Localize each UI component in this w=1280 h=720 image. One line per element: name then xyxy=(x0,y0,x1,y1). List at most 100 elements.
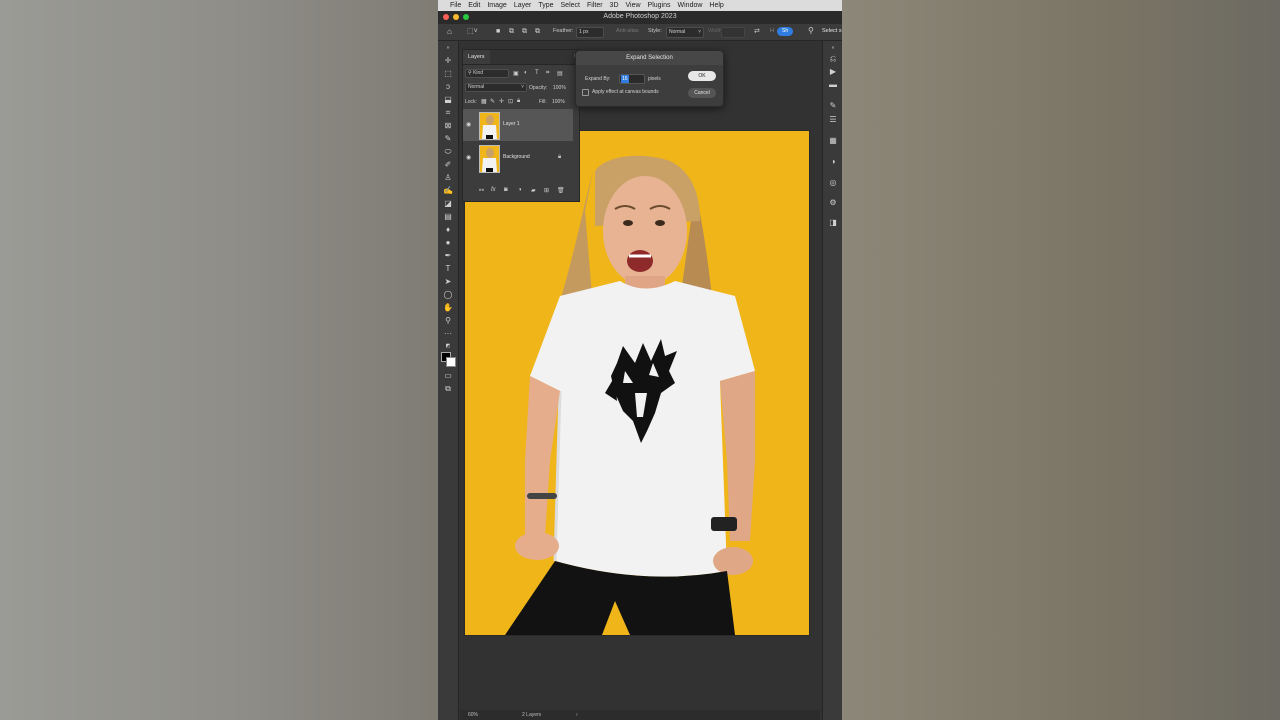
filter-kind-select[interactable]: ⚲ Kind xyxy=(465,69,509,78)
search-icon[interactable]: ⚲ xyxy=(808,27,814,35)
layers-panel-footer: ⚯ fx ◙ ◑ ▰ ⊞ 🗑︎ xyxy=(463,187,579,197)
menu-plugins[interactable]: Plugins xyxy=(648,2,671,9)
menu-view[interactable]: View xyxy=(626,2,641,9)
lock-transparent-icon[interactable]: ▦ xyxy=(481,98,487,105)
lock-position-icon[interactable]: ✛ xyxy=(499,98,504,105)
layer-name[interactable]: Background xyxy=(503,154,530,160)
menu-select[interactable]: Select xyxy=(561,2,580,9)
marquee-preset-icon[interactable]: ⬚˅ xyxy=(467,28,478,36)
more-tools-icon[interactable]: ··· xyxy=(443,329,453,339)
ok-button[interactable]: OK xyxy=(688,71,716,81)
dodge-tool-icon[interactable]: ● xyxy=(443,238,453,248)
subtract-selection-icon[interactable]: ⧉ xyxy=(522,28,527,36)
link-layers-icon[interactable]: ⚯ xyxy=(479,187,484,194)
path-selection-tool-icon[interactable]: ➤ xyxy=(443,277,453,287)
add-mask-icon[interactable]: ◙ xyxy=(504,187,508,193)
new-selection-icon[interactable]: ■ xyxy=(496,28,500,36)
style-select[interactable]: Normal ˅ xyxy=(666,27,704,38)
menu-file[interactable]: File xyxy=(450,2,461,9)
actions-play-icon[interactable]: ▶ xyxy=(828,67,838,77)
swap-icon[interactable]: ⇄ xyxy=(754,28,760,36)
blend-mode-select[interactable]: Normal ˅ xyxy=(465,83,527,92)
eraser-tool-icon[interactable]: ◪ xyxy=(443,199,453,209)
crop-tool-icon[interactable]: ⌗ xyxy=(443,108,453,118)
hand-tool-icon[interactable]: ✋ xyxy=(443,303,453,313)
adjust-sliders-icon[interactable]: ☰ xyxy=(828,115,838,125)
gradient-tool-icon[interactable]: ▤ xyxy=(443,212,453,222)
layer-row-layer-1[interactable]: ◉ Layer 1 xyxy=(463,109,573,141)
zoom-tool-icon[interactable]: ⚲ xyxy=(443,316,453,326)
menu-help[interactable]: Help xyxy=(709,2,723,9)
collapse-icon[interactable]: » xyxy=(443,43,453,53)
visibility-eye-icon[interactable]: ◉ xyxy=(466,121,471,128)
new-group-icon[interactable]: ▰ xyxy=(531,187,536,194)
adjustment-layer-icon[interactable]: ◑ xyxy=(518,187,522,193)
fill-value[interactable]: 100% xyxy=(552,99,565,105)
comments-icon[interactable]: ▬ xyxy=(828,80,838,90)
eyedropper-tool-icon[interactable]: ✎ xyxy=(443,134,453,144)
menu-type[interactable]: Type xyxy=(538,2,553,9)
lasso-tool-icon[interactable]: ↄ xyxy=(443,82,453,92)
channels-icon[interactable]: ◎ xyxy=(828,178,838,188)
filter-type-icon[interactable]: T xyxy=(535,70,539,76)
move-tool-icon[interactable]: ✛ xyxy=(443,56,453,66)
visibility-eye-icon[interactable]: ◉ xyxy=(466,154,471,161)
cancel-button[interactable]: Cancel xyxy=(688,88,716,98)
blur-tool-icon[interactable]: ♦ xyxy=(443,225,453,235)
object-selection-tool-icon[interactable]: ⬓ xyxy=(443,95,453,105)
adjustments-icon[interactable]: ◑ xyxy=(828,157,838,167)
home-icon[interactable]: ⌂ xyxy=(447,28,452,36)
screen-mode-icon[interactable]: ⧉ xyxy=(443,384,453,394)
type-tool-icon[interactable]: T xyxy=(443,264,453,274)
zoom-level[interactable]: 60% xyxy=(468,710,478,720)
background-color-swatch[interactable] xyxy=(446,357,456,367)
document-image[interactable] xyxy=(465,131,809,635)
menu-3d[interactable]: 3D xyxy=(610,2,619,9)
libraries-icon[interactable]: ◨ xyxy=(828,218,838,228)
expand-by-input[interactable]: 16 xyxy=(619,74,645,84)
filter-shape-icon[interactable]: ⌗ xyxy=(546,70,549,77)
filter-adjustment-icon[interactable]: ◐ xyxy=(524,70,528,76)
history-icon[interactable]: ⎌ xyxy=(828,54,838,64)
lock-pixels-icon[interactable]: ✎ xyxy=(490,98,495,105)
properties-icon[interactable]: ⚙ xyxy=(828,198,838,208)
opacity-value[interactable]: 100% xyxy=(553,85,566,91)
expand-panels-icon[interactable]: « xyxy=(828,43,838,53)
brush-settings-icon[interactable]: ✎ xyxy=(828,101,838,111)
width-input[interactable] xyxy=(721,27,745,38)
new-layer-icon[interactable]: ⊞ xyxy=(544,187,549,194)
default-colors-icon[interactable]: ◩ ↰ xyxy=(443,341,453,359)
intersect-selection-icon[interactable]: ⧉ xyxy=(535,28,540,36)
add-selection-icon[interactable]: ⧉ xyxy=(509,28,514,36)
history-brush-tool-icon[interactable]: ✍ xyxy=(443,186,453,196)
menu-edit[interactable]: Edit xyxy=(468,2,480,9)
tab-layers[interactable]: Layers xyxy=(463,50,490,64)
menu-window[interactable]: Window xyxy=(678,2,703,9)
clone-stamp-tool-icon[interactable]: ♙ xyxy=(443,173,453,183)
ellipse-tool-icon[interactable]: ◯ xyxy=(443,290,453,300)
pen-tool-icon[interactable]: ✒ xyxy=(443,251,453,261)
quick-mask-icon[interactable]: ▭ xyxy=(443,371,453,381)
frame-tool-icon[interactable]: ⊠ xyxy=(443,121,453,131)
chevron-right-icon[interactable]: › xyxy=(576,710,578,720)
select-and-mask-pill[interactable]: Sh xyxy=(777,27,794,36)
menu-layer[interactable]: Layer xyxy=(514,2,532,9)
swatches-icon[interactable]: ▦ xyxy=(828,136,838,146)
brush-tool-icon[interactable]: ✐ xyxy=(443,160,453,170)
menu-image[interactable]: Image xyxy=(487,2,506,9)
lock-all-icon[interactable]: 🔒︎ xyxy=(517,98,520,105)
fx-icon[interactable]: fx xyxy=(491,187,496,193)
layer-name[interactable]: Layer 1 xyxy=(503,121,520,127)
filter-pixel-icon[interactable]: ▣ xyxy=(513,70,519,77)
lock-artboard-icon[interactable]: ⊡ xyxy=(508,98,513,105)
menu-filter[interactable]: Filter xyxy=(587,2,603,9)
anti-alias-checkbox[interactable]: Anti-alias xyxy=(616,28,639,34)
apply-canvas-bounds-checkbox[interactable] xyxy=(582,89,589,96)
healing-brush-tool-icon[interactable]: ⬭ xyxy=(443,147,453,157)
feather-input[interactable]: 1 px xyxy=(576,27,604,38)
filter-smart-object-icon[interactable]: ▤ xyxy=(557,70,563,77)
select-subject-button[interactable]: Select s xyxy=(822,28,842,34)
trash-icon[interactable]: 🗑︎ xyxy=(557,187,565,194)
marquee-tool-icon[interactable]: ⬚ xyxy=(443,69,453,79)
layer-row-background[interactable]: ◉ Background 🔒︎ xyxy=(463,142,573,174)
